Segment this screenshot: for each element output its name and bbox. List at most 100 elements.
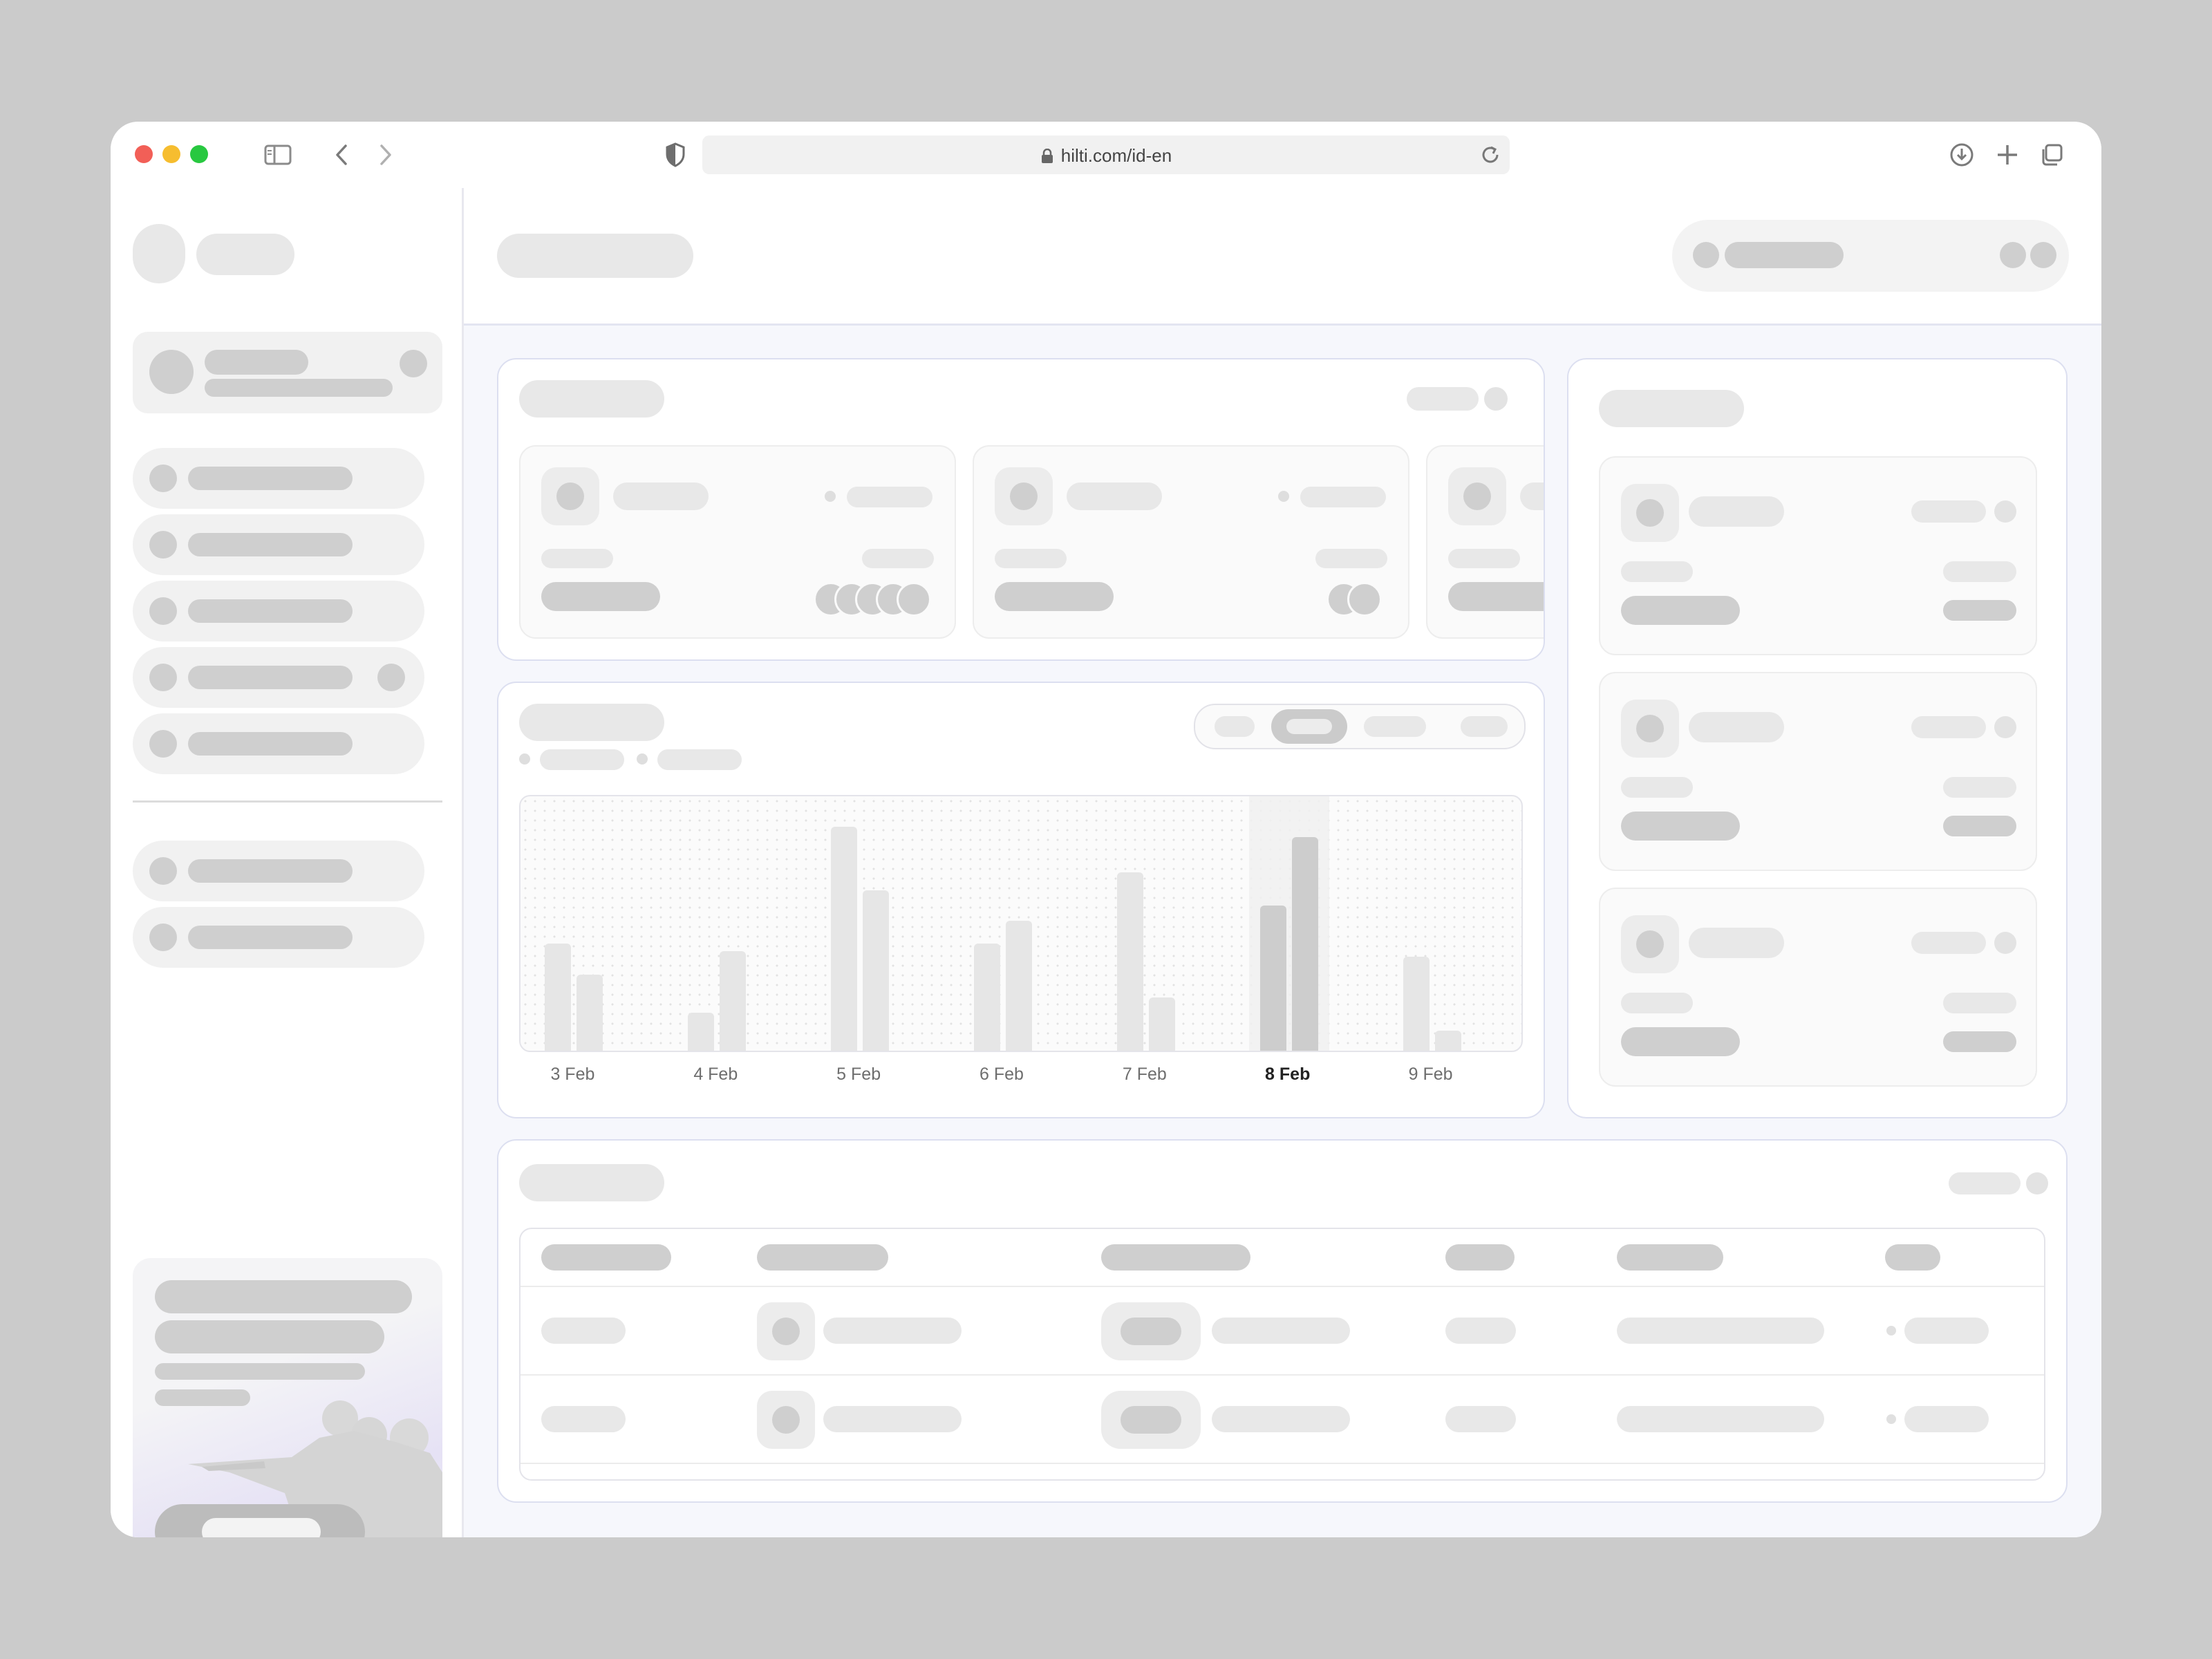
bar-5-feb-series-1[interactable] bbox=[831, 827, 858, 1051]
more-icon[interactable] bbox=[1484, 387, 1508, 411]
card-icon bbox=[1636, 715, 1664, 742]
nav-icon bbox=[149, 857, 177, 885]
column-header[interactable] bbox=[541, 1244, 671, 1271]
promo-card bbox=[133, 1258, 442, 1537]
legend-item-2 bbox=[657, 749, 742, 770]
user-profile-card[interactable] bbox=[133, 332, 442, 413]
bar-8-feb-series-1[interactable] bbox=[1259, 906, 1286, 1051]
activity-card-3[interactable] bbox=[1599, 888, 2037, 1087]
card-icon bbox=[556, 482, 584, 510]
card-icon bbox=[1463, 482, 1491, 510]
bar-4-feb-series-1[interactable] bbox=[688, 1013, 715, 1051]
sidebar-divider bbox=[133, 800, 442, 803]
summary-card-3[interactable] bbox=[1426, 445, 1544, 639]
bar-7-feb-series-1[interactable] bbox=[1116, 872, 1143, 1051]
bar-4-feb-series-2[interactable] bbox=[720, 951, 747, 1051]
nav-badge bbox=[377, 664, 405, 691]
promo-cta-button[interactable] bbox=[155, 1504, 365, 1537]
tabs-icon[interactable] bbox=[2039, 142, 2064, 167]
minimize-window-button[interactable] bbox=[162, 145, 180, 163]
x-axis-label: 8 Feb bbox=[1265, 1065, 1311, 1084]
nav-icon bbox=[149, 531, 177, 559]
browser-window: hilti.com/id-en 3 Feb 4 Feb 5 Feb 6 Feb … bbox=[111, 122, 2101, 1537]
close-window-button[interactable] bbox=[135, 145, 153, 163]
bar-9-feb-series-1[interactable] bbox=[1403, 957, 1430, 1051]
bar-5-feb-series-2[interactable] bbox=[863, 890, 890, 1051]
x-axis-label: 9 Feb bbox=[1408, 1065, 1453, 1084]
range-option-3[interactable] bbox=[1364, 716, 1426, 737]
bar-7-feb-series-2[interactable] bbox=[1148, 997, 1175, 1051]
column-header[interactable] bbox=[757, 1244, 888, 1271]
reload-icon[interactable] bbox=[1479, 144, 1501, 166]
search-icon[interactable] bbox=[1693, 242, 1719, 268]
zoom-window-button[interactable] bbox=[190, 145, 208, 163]
summary-card-1[interactable] bbox=[519, 445, 956, 639]
bar-3-feb-series-1[interactable] bbox=[545, 944, 572, 1051]
column-header[interactable] bbox=[1101, 1244, 1250, 1271]
nav-item-7[interactable] bbox=[133, 907, 424, 968]
activity-card-1[interactable] bbox=[1599, 456, 2037, 655]
main-content: 3 Feb 4 Feb 5 Feb 6 Feb 7 Feb 8 Feb 9 Feb bbox=[464, 188, 2101, 1537]
column-header[interactable] bbox=[1617, 1244, 1723, 1271]
panel-title bbox=[519, 380, 664, 418]
legend-item-1 bbox=[540, 749, 624, 770]
bar-6-feb-series-2[interactable] bbox=[1006, 921, 1032, 1051]
sidebar bbox=[111, 188, 464, 1537]
status-badge bbox=[1121, 1318, 1181, 1345]
shield-icon[interactable] bbox=[665, 142, 686, 167]
column-header[interactable] bbox=[1885, 1244, 1940, 1271]
nav-icon bbox=[149, 664, 177, 691]
activity-panel bbox=[1567, 358, 2068, 1118]
brand-placeholder bbox=[196, 234, 294, 275]
nav-icon bbox=[149, 924, 177, 951]
avatar bbox=[897, 582, 931, 617]
nav-item-2[interactable] bbox=[133, 514, 424, 575]
column-header[interactable] bbox=[1445, 1244, 1515, 1271]
row-icon bbox=[772, 1318, 800, 1345]
nav-item-4[interactable] bbox=[133, 647, 424, 708]
data-table bbox=[519, 1228, 2045, 1481]
header-controls[interactable] bbox=[1672, 220, 2069, 292]
range-option-2-selected[interactable] bbox=[1271, 709, 1347, 744]
bar-9-feb-series-2[interactable] bbox=[1434, 1031, 1461, 1051]
range-option-1[interactable] bbox=[1215, 716, 1255, 737]
plus-icon[interactable] bbox=[1995, 142, 2020, 167]
bar-3-feb-series-2[interactable] bbox=[577, 975, 603, 1051]
activity-card-2[interactable] bbox=[1599, 672, 2037, 871]
range-option-4[interactable] bbox=[1461, 716, 1508, 737]
table-header-row bbox=[521, 1229, 2044, 1286]
more-icon[interactable] bbox=[2026, 1172, 2048, 1194]
panel-title bbox=[1599, 390, 1744, 427]
page-header bbox=[464, 188, 2101, 326]
bar-chart bbox=[519, 795, 1523, 1052]
user-icon[interactable] bbox=[2030, 242, 2056, 268]
card-icon bbox=[1010, 482, 1038, 510]
address-bar[interactable]: hilti.com/id-en bbox=[702, 135, 1510, 174]
chevron-left-icon[interactable] bbox=[333, 144, 350, 166]
range-segmented-control[interactable] bbox=[1194, 704, 1526, 749]
nav-icon bbox=[149, 465, 177, 492]
legend-marker bbox=[519, 753, 530, 765]
bar-6-feb-series-1[interactable] bbox=[974, 944, 1000, 1051]
table-row[interactable] bbox=[521, 1376, 2044, 1463]
notification-icon[interactable] bbox=[2000, 242, 2026, 268]
x-axis-label: 3 Feb bbox=[550, 1065, 595, 1084]
table-row[interactable] bbox=[521, 1287, 2044, 1374]
page-title bbox=[497, 234, 693, 278]
chevron-right-icon[interactable] bbox=[377, 144, 394, 166]
download-icon[interactable] bbox=[1949, 142, 1974, 167]
bar-8-feb-series-2[interactable] bbox=[1291, 837, 1318, 1051]
nav-item-6[interactable] bbox=[133, 841, 424, 901]
sidebar-toggle-icon[interactable] bbox=[264, 144, 292, 166]
card-icon bbox=[1636, 499, 1664, 527]
summary-card-2[interactable] bbox=[973, 445, 1409, 639]
nav-item-5[interactable] bbox=[133, 713, 424, 774]
card-icon bbox=[1636, 930, 1664, 958]
lock-icon bbox=[1041, 148, 1053, 163]
nav-item-1[interactable] bbox=[133, 448, 424, 509]
url-text: hilti.com/id-en bbox=[1060, 145, 1172, 166]
profile-menu-icon[interactable] bbox=[400, 350, 427, 377]
search-input[interactable] bbox=[1725, 242, 1844, 268]
browser-toolbar: hilti.com/id-en bbox=[111, 122, 2101, 189]
nav-item-3[interactable] bbox=[133, 581, 424, 641]
